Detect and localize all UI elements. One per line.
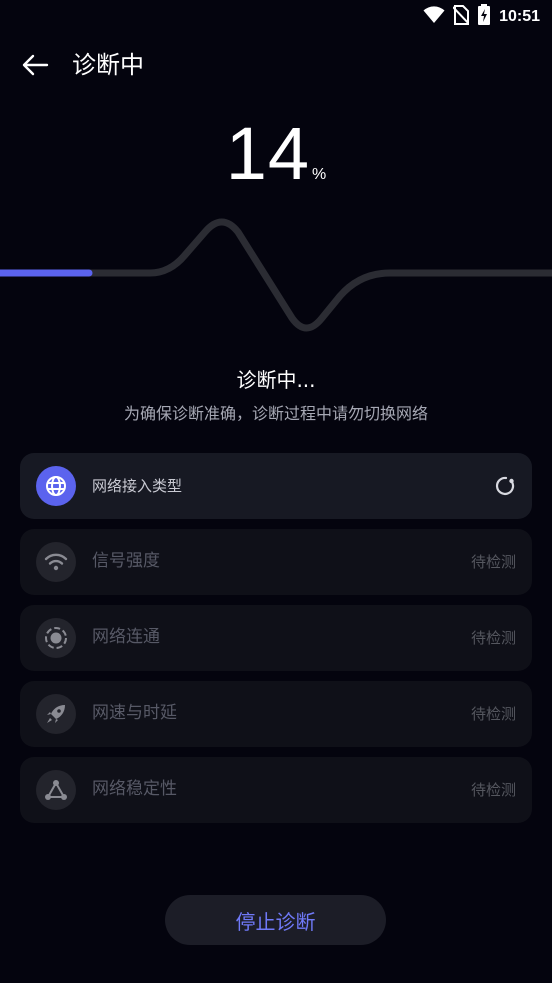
check-item-status: 待检测 xyxy=(470,553,516,571)
wifi-signal-icon xyxy=(36,542,76,582)
check-list: 网络接入类型 信号强度 待检测 网络连通 待检测 网速与时延 待检测 网络稳定性… xyxy=(20,453,532,833)
nodes-icon xyxy=(36,770,76,810)
status-bar: 10:51 xyxy=(0,0,552,32)
check-item-access-type: 网络接入类型 xyxy=(20,453,532,519)
battery-charging-icon xyxy=(477,4,491,30)
status-time: 10:51 xyxy=(499,8,540,25)
progress-wave xyxy=(0,218,552,332)
header: 诊断中 xyxy=(0,44,552,88)
radar-icon xyxy=(36,618,76,658)
check-item-status: 待检测 xyxy=(470,705,516,723)
no-sim-icon xyxy=(452,5,470,29)
check-item-label: 网速与时延 xyxy=(92,703,177,723)
check-item-status: 待检测 xyxy=(470,629,516,647)
check-item-label: 网络接入类型 xyxy=(92,477,183,495)
status-subtitle: 为确保诊断准确，诊断过程中请勿切换网络 xyxy=(123,404,428,423)
progress-value: 14 xyxy=(225,112,311,195)
back-button[interactable] xyxy=(18,50,52,84)
check-item-stability: 网络稳定性 待检测 xyxy=(20,757,532,823)
check-item-label: 网络连通 xyxy=(92,627,160,647)
wifi-icon xyxy=(423,6,445,28)
progress-readout: 14% xyxy=(0,112,552,196)
check-item-signal-strength: 信号强度 待检测 xyxy=(20,529,532,595)
check-item-label: 信号强度 xyxy=(92,551,160,571)
diagnosis-screen: 10:51 诊断中 14% 诊断中... 为确保诊断准确，诊断过程中请勿切换网络… xyxy=(0,0,552,983)
loading-spinner-icon xyxy=(494,475,516,497)
arrow-left-icon xyxy=(21,53,49,81)
status-title: 诊断中... xyxy=(236,368,316,392)
page-title: 诊断中 xyxy=(72,51,144,79)
check-item-speed-latency: 网速与时延 待检测 xyxy=(20,681,532,747)
check-item-connectivity: 网络连通 待检测 xyxy=(20,605,532,671)
check-item-status: 待检测 xyxy=(470,781,516,799)
stop-diagnosis-button[interactable]: 停止诊断 xyxy=(165,895,386,945)
rocket-icon xyxy=(36,694,76,734)
globe-icon xyxy=(36,466,76,506)
check-item-label: 网络稳定性 xyxy=(92,779,177,799)
status-icons: 10:51 xyxy=(423,4,540,30)
progress-unit: % xyxy=(312,166,327,183)
